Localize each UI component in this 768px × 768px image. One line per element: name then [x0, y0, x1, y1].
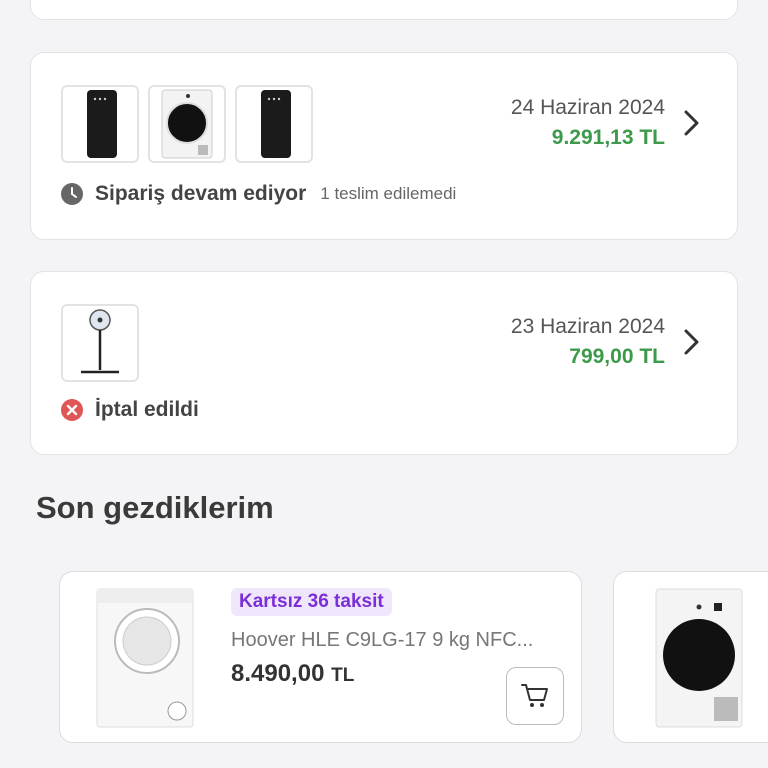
- product-name[interactable]: Hoover HLE C9LG-17 9 kg NFC...: [231, 629, 556, 652]
- product-price-currency: TL: [331, 665, 355, 686]
- cancel-icon: [61, 399, 83, 421]
- order-status-label: Sipariş devam ediyor: [95, 182, 307, 205]
- standing-fan-thumbnail: [61, 304, 139, 382]
- add-to-cart-button[interactable]: [506, 667, 564, 725]
- product-price-value: 8.490,00: [231, 660, 325, 687]
- dryer-white-thumbnail: [148, 85, 226, 163]
- cart-icon: [521, 684, 548, 707]
- order-card[interactable]: 23 Haziran 2024 799,00 TL İptal edildi: [30, 271, 738, 455]
- dryer-product-image: [96, 588, 194, 728]
- order-total: 799,00 TL: [569, 345, 665, 368]
- order-total: 9.291,13 TL: [551, 126, 665, 149]
- order-status: İptal edildi: [61, 398, 199, 422]
- order-date: 23 Haziran 2024: [510, 315, 665, 338]
- order-date: 24 Haziran 2024: [510, 96, 665, 119]
- heater-black-thumbnail: [61, 85, 139, 163]
- chevron-right-icon[interactable]: [681, 108, 703, 138]
- installment-badge: Kartsız 36 taksit: [231, 588, 392, 616]
- previous-order-card[interactable]: [30, 0, 738, 20]
- order-card[interactable]: 24 Haziran 2024 9.291,13 TL Sipariş deva…: [30, 52, 738, 240]
- order-status: Sipariş devam ediyor 1 teslim edilemedi: [61, 182, 456, 206]
- product-card[interactable]: Kartsız 36 taksit Hoover HLE C9LG-17 9 k…: [59, 571, 582, 743]
- chevron-right-icon[interactable]: [681, 327, 703, 357]
- product-price: 8.490,00 TL: [231, 660, 354, 688]
- product-card[interactable]: [613, 571, 768, 743]
- order-status-label: İptal edildi: [95, 398, 199, 421]
- heater-black-thumbnail: [235, 85, 313, 163]
- order-status-detail: 1 teslim edilemedi: [320, 184, 457, 203]
- recently-viewed-title: Son gezdiklerim: [36, 490, 274, 525]
- clock-icon: [61, 183, 83, 205]
- dryer-product-image: [655, 588, 743, 728]
